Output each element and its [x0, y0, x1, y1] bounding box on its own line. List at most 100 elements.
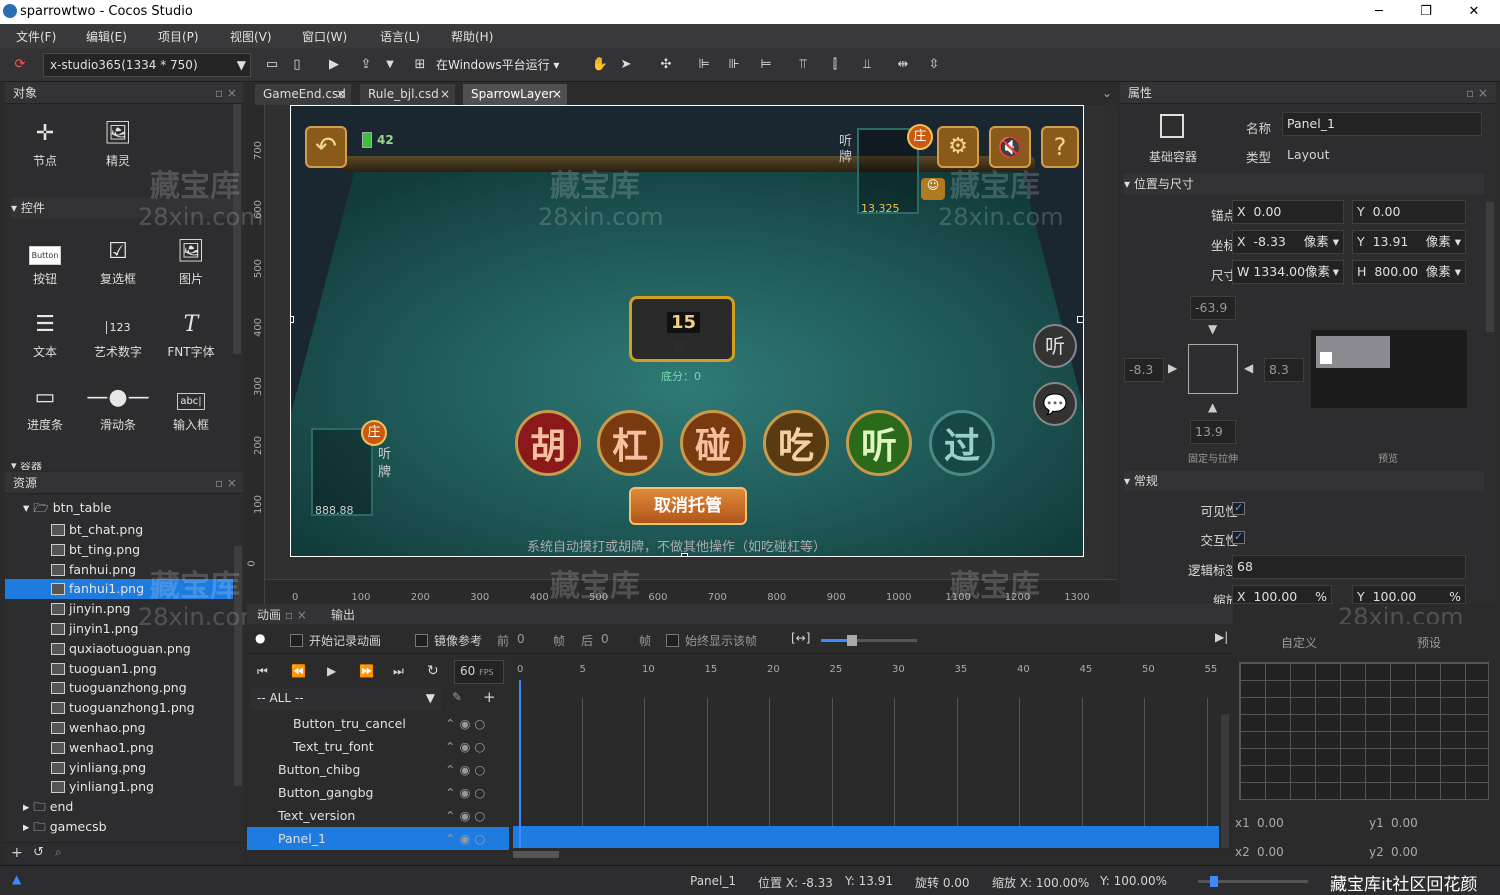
panel-close-icon[interactable]: ▫ × [215, 472, 237, 494]
status-zoom-thumb[interactable] [1210, 876, 1218, 887]
x1-input[interactable]: 0.00 [1257, 816, 1284, 830]
file-item[interactable]: bt_ting.png [5, 540, 233, 560]
close-icon[interactable]: × [552, 84, 562, 105]
align-top-icon[interactable]: ⫪ [793, 55, 813, 75]
record-icon[interactable]: ● [255, 631, 265, 645]
track-controls-icon[interactable]: ⌃ ◉ ○ [445, 758, 485, 781]
pos-y-input[interactable]: Y 13.91 像素 ▾ [1352, 230, 1466, 254]
menu-language[interactable]: 语言(L) [380, 28, 420, 45]
properties-scrollbar[interactable] [1486, 202, 1494, 332]
unit-select[interactable]: 像素 ▾ [1304, 231, 1339, 253]
minimize-button[interactable]: ─ [1356, 0, 1402, 24]
anchor-box[interactable] [1188, 344, 1238, 394]
menu-help[interactable]: 帮助(H) [451, 28, 493, 45]
selection-handle[interactable] [681, 553, 688, 556]
canvas-scroll-right[interactable] [1103, 105, 1117, 579]
control-art-number[interactable]: 123 艺术数字 [83, 307, 153, 360]
tag-input[interactable]: 68 [1232, 555, 1466, 579]
interactive-checkbox[interactable] [1232, 530, 1245, 544]
landscape-icon[interactable]: ▭ [262, 55, 282, 75]
always-show-checkbox[interactable] [666, 634, 679, 647]
timeline-vscroll[interactable] [1221, 714, 1229, 848]
tab-output[interactable]: 输出 [331, 606, 355, 623]
chi-button[interactable]: 吃 [763, 410, 829, 476]
timeline[interactable]: 0 5 10 15 20 25 30 35 40 45 50 55 [513, 658, 1233, 858]
track-controls-icon[interactable]: ⌃ ◉ ○ [445, 712, 485, 735]
scale-y-input[interactable]: Y 100.00 % [1352, 585, 1466, 604]
file-item[interactable]: tuoguanzhong.png [5, 678, 233, 698]
help-button[interactable]: ? [1041, 126, 1079, 168]
fps-input[interactable]: 60 FPS [454, 660, 504, 684]
size-h-input[interactable]: H 800.00 像素 ▾ [1352, 260, 1466, 284]
tab-overflow-icon[interactable]: ⌄ [1102, 86, 1112, 100]
pin-top-icon[interactable]: ▼ [1208, 322, 1217, 336]
name-input[interactable]: Panel_1 [1282, 112, 1482, 136]
mute-button[interactable]: 🔇 [989, 126, 1031, 168]
timeline-playhead[interactable] [519, 680, 521, 848]
file-item[interactable]: wenhao1.png [5, 738, 233, 758]
y1-input[interactable]: 0.00 [1391, 816, 1418, 830]
next-input[interactable]: 0 [601, 632, 609, 646]
file-item[interactable]: tuoguan1.png [5, 659, 233, 679]
ting-round-button[interactable]: 听 [1033, 324, 1077, 368]
control-checkbox[interactable]: ☑ 复选框 [83, 234, 153, 287]
menu-project[interactable]: 项目(P) [158, 28, 199, 45]
margin-bottom-input[interactable]: 13.9 [1190, 420, 1236, 444]
control-image[interactable]: 🖼 图片 [156, 234, 226, 287]
pin-left-icon[interactable]: ▶ [1168, 361, 1177, 375]
status-zoom-slider[interactable] [1198, 876, 1308, 887]
hand-icon[interactable]: ✋ [590, 55, 610, 75]
first-frame-icon[interactable]: ⏮ [257, 664, 268, 679]
warning-icon[interactable]: ▲ [12, 872, 21, 886]
collapse-icon[interactable]: ▶| [1215, 630, 1228, 644]
add-track-icon[interactable]: + [483, 688, 496, 706]
pos-size-section[interactable]: ▾ 位置与尺寸 [1124, 174, 1484, 194]
maximize-button[interactable]: ❐ [1403, 0, 1449, 24]
size-w-input[interactable]: W 1334.00像素 ▾ [1232, 260, 1344, 284]
align-bottom-icon[interactable]: ⫫ [857, 55, 877, 75]
menu-window[interactable]: 窗口(W) [302, 28, 347, 45]
container-section[interactable]: ▾ 容器 [11, 462, 237, 470]
zoom-slider-thumb[interactable] [847, 635, 857, 646]
anchor-x-input[interactable]: X 0.00 [1232, 200, 1344, 224]
resolution-select[interactable]: x-studio365(1334 * 750) ▼ [43, 53, 251, 77]
tab-preset[interactable]: 预设 [1417, 634, 1441, 651]
unit-select[interactable]: 像素 ▾ [1426, 231, 1461, 253]
pin-right-icon[interactable]: ◀ [1244, 361, 1253, 375]
tab-animation[interactable]: 动画 ▫ × [257, 606, 307, 623]
track-row[interactable]: Button_gangbg ⌃ ◉ ○ [247, 781, 509, 804]
easing-graph[interactable] [1239, 662, 1489, 800]
align-right-icon[interactable]: ⊨ [756, 55, 776, 75]
menu-view[interactable]: 视图(V) [230, 28, 272, 45]
cancel-tuoguan-button[interactable]: 取消托管 [629, 487, 747, 525]
panel-close-icon[interactable]: ▫ × [1466, 82, 1488, 104]
menu-edit[interactable]: 编辑(E) [86, 28, 127, 45]
y2-input[interactable]: 0.00 [1391, 845, 1418, 859]
track-row[interactable]: Panel_1 ⌃ ◉ ○ [247, 827, 509, 850]
scale-x-input[interactable]: X 100.00 % [1232, 585, 1332, 604]
timeline-scrollbar[interactable] [513, 851, 559, 858]
play-icon[interactable]: ▶ [324, 55, 344, 75]
control-slider[interactable]: —●— 滑动条 [83, 380, 153, 433]
track-controls-icon[interactable]: ⌃ ◉ ○ [445, 781, 485, 804]
add-icon[interactable]: + [11, 845, 23, 861]
track-row[interactable]: Button_chibg ⌃ ◉ ○ [247, 758, 509, 781]
control-input[interactable]: abc| 输入框 [156, 380, 226, 433]
file-item[interactable]: quxiaotuoguan.png [5, 639, 233, 659]
prev-frame-icon[interactable]: ⏪ [291, 664, 306, 678]
align-hcenter-icon[interactable]: ⊪ [724, 55, 744, 75]
anchor-y-input[interactable]: Y 0.00 [1352, 200, 1466, 224]
folder-btn-table[interactable]: ▾ 🗁 btn_table [23, 502, 111, 516]
refresh-icon[interactable]: ↺ [33, 845, 44, 860]
publish-icon[interactable]: ⇪ [356, 55, 376, 75]
track-row[interactable]: Button_tru_cancel ⌃ ◉ ○ [247, 712, 509, 735]
tab-rule[interactable]: Rule_bjl.csd × [360, 84, 455, 105]
distribute-h-icon[interactable]: ⇹ [893, 55, 913, 75]
file-item[interactable]: bt_chat.png [5, 520, 233, 540]
selection-handle[interactable] [291, 316, 294, 323]
selection-handle[interactable] [1077, 316, 1083, 323]
file-item[interactable]: yinliang1.png [5, 777, 233, 797]
fit-icon[interactable]: [↔] [791, 631, 810, 645]
ting-button[interactable]: 听 [846, 410, 912, 476]
close-button[interactable]: ✕ [1451, 0, 1497, 24]
